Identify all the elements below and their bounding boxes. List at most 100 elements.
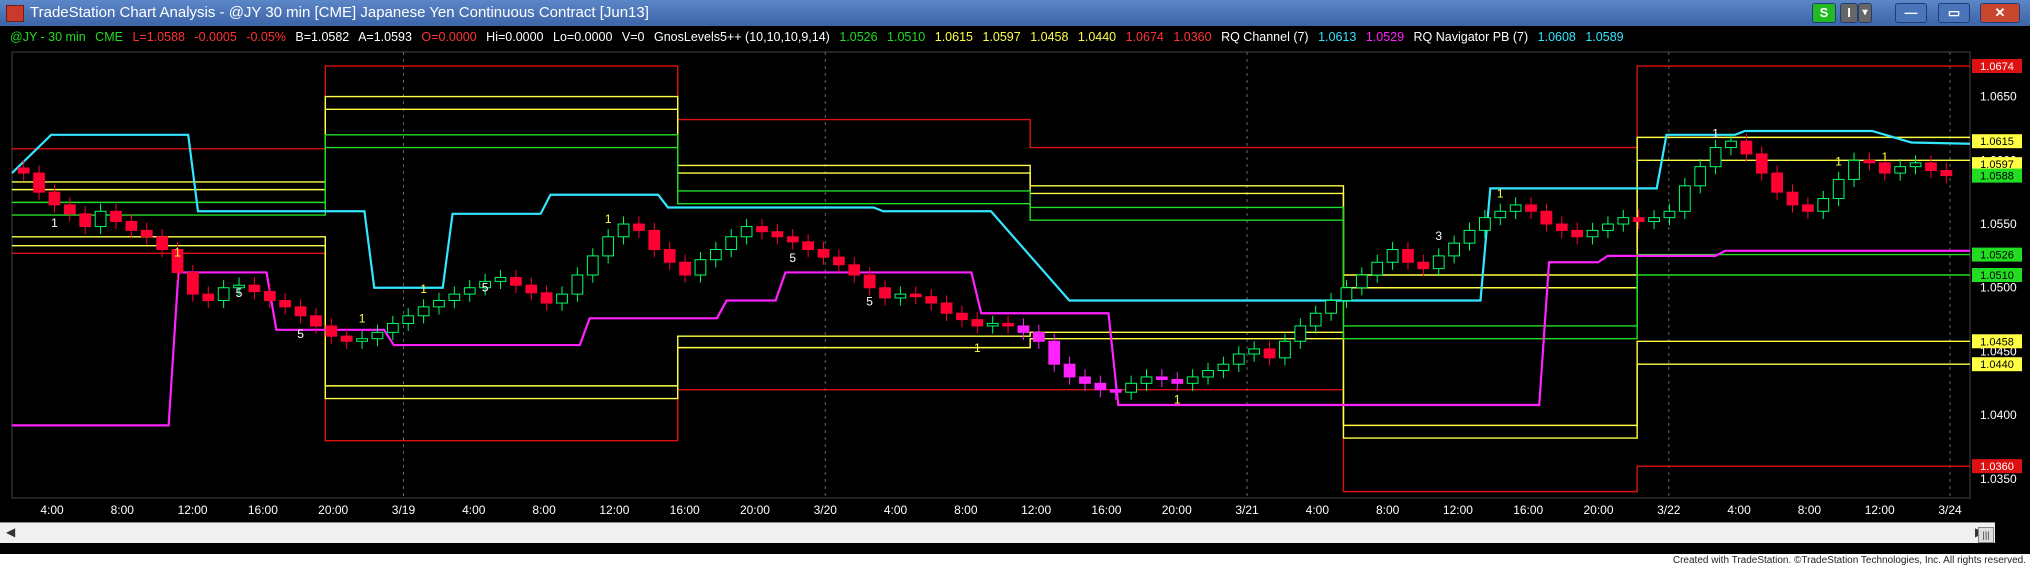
horizontal-scrollbar[interactable]: ◀ ▶ <box>0 522 1995 543</box>
candle-body <box>1740 140 1753 155</box>
candle-body <box>310 315 322 327</box>
candle-body <box>140 229 153 238</box>
x-tick-label: 12:00 <box>1443 503 1473 517</box>
legend-high: Hi=0.0000 <box>486 30 544 44</box>
x-tick-label: 4:00 <box>40 503 64 517</box>
x-tick-label: 16:00 <box>1513 503 1543 517</box>
candle-body <box>1248 348 1261 355</box>
candle-body <box>694 259 707 276</box>
x-tick-label: 8:00 <box>111 503 135 517</box>
candle-body <box>1678 185 1691 212</box>
candle-body <box>1140 376 1153 384</box>
legend-volume: V=0 <box>621 30 645 44</box>
candle-body <box>1109 389 1122 393</box>
price-tag-label: 1.0510 <box>1980 270 2014 282</box>
candle-body <box>894 293 907 299</box>
candle-body <box>1217 363 1230 372</box>
pattern-annotation: 1 <box>51 216 58 230</box>
legend-channel-value: 1.0613 <box>1318 30 1357 44</box>
candle-body <box>1079 376 1091 384</box>
i-dropdown-button[interactable]: ▾ <box>1858 3 1872 23</box>
legend-gnos-value: 1.0510 <box>887 30 926 44</box>
pattern-annotation: 1 <box>1835 154 1842 168</box>
legend-change: -0.0005 <box>194 30 237 44</box>
candle-body <box>1094 382 1107 391</box>
x-tick-label: 4:00 <box>1306 503 1330 517</box>
candle-body <box>494 277 507 282</box>
price-chart[interactable]: 4:00 8:00 12:00 16:00 20:00 3/19 4:00 8:00 12:00… <box>0 26 2030 522</box>
legend-symbol: @JY - 30 min <box>10 30 86 44</box>
candle-body <box>1155 376 1168 380</box>
x-tick-label: 20:00 <box>318 503 348 517</box>
candle-body <box>1509 204 1522 212</box>
level-line <box>12 134 1970 327</box>
x-tick-label: 16:00 <box>1091 503 1121 517</box>
candle-body <box>1617 217 1630 225</box>
candle-body <box>371 331 384 340</box>
chart-area[interactable]: 4:00 8:00 12:00 16:00 20:00 3/19 4:00 8:00 12:00… <box>0 26 2030 554</box>
price-tag-label: 1.0588 <box>1980 171 2014 183</box>
resize-grip-icon[interactable]: ||| <box>1978 527 1994 543</box>
candle-body <box>863 274 876 289</box>
candle-body <box>386 322 399 333</box>
legend-gnos-value: 1.0674 <box>1125 30 1164 44</box>
legend-gnos-value: 1.0526 <box>839 30 878 44</box>
x-tick-label: 8:00 <box>1376 503 1400 517</box>
candle-body <box>17 167 30 174</box>
pattern-annotation: 5 <box>789 251 796 265</box>
legend-study-rq-channel: RQ Channel (7) <box>1221 30 1309 44</box>
candle-body <box>1817 198 1830 212</box>
close-button[interactable]: ✕ <box>1980 3 2020 23</box>
candle-body <box>1494 210 1507 219</box>
candle-body <box>1417 261 1430 270</box>
x-tick-label: 3/21 <box>1235 503 1259 517</box>
candle-body <box>1648 217 1660 222</box>
pattern-annotation: 1 <box>359 312 366 326</box>
legend-change-pct: -0.05% <box>246 30 286 44</box>
pattern-annotation: 1 <box>1712 127 1719 141</box>
candle-body <box>986 322 999 327</box>
candle-body <box>1848 159 1860 180</box>
candle-body <box>925 296 938 304</box>
x-tick-label: 3/24 <box>1938 503 1962 517</box>
legend-last: L=1.0588 <box>132 30 185 44</box>
candle-body <box>279 299 292 308</box>
candle-body <box>94 210 107 228</box>
candle-body <box>186 271 199 295</box>
candle-body <box>602 236 615 257</box>
candle-body <box>648 229 661 251</box>
candle-body <box>356 338 368 342</box>
x-tick-label: 16:00 <box>248 503 278 517</box>
legend-channel-value: 1.0529 <box>1365 30 1405 44</box>
i-button[interactable]: I <box>1840 3 1858 23</box>
level-line <box>12 65 1970 150</box>
legend-ask: A=1.0593 <box>358 30 412 44</box>
pattern-annotation: 5 <box>482 280 489 294</box>
candle-body <box>1586 229 1599 238</box>
scroll-left-arrow-icon[interactable]: ◀ <box>6 525 15 539</box>
candle-body <box>1448 242 1461 257</box>
s-button[interactable]: S <box>1812 3 1836 23</box>
candle-body <box>802 241 815 251</box>
candle-body <box>1925 162 1937 172</box>
y-tick-label: 1.0500 <box>1980 281 2017 295</box>
minimize-button[interactable]: — <box>1895 3 1927 23</box>
x-tick-label: 20:00 <box>1584 503 1614 517</box>
candle-body <box>709 249 722 261</box>
candle-body <box>556 293 568 304</box>
x-tick-label: 4:00 <box>462 503 486 517</box>
pattern-annotation: 1 <box>420 282 427 296</box>
x-tick-label: 16:00 <box>670 503 700 517</box>
candle-body <box>540 292 553 304</box>
pattern-annotation: 5 <box>297 327 304 341</box>
candle-body <box>1186 376 1199 384</box>
maximize-button[interactable]: ▭ <box>1938 3 1970 23</box>
candle-body <box>1294 325 1307 342</box>
x-tick-label: 20:00 <box>740 503 770 517</box>
legend-gnos-value: 1.0360 <box>1173 30 1212 44</box>
price-tag-label: 1.0440 <box>1980 359 2014 371</box>
candle-body <box>940 302 953 314</box>
price-tag-label: 1.0526 <box>1980 250 2014 262</box>
x-tick-label: 12:00 <box>178 503 208 517</box>
candle-body <box>294 306 307 317</box>
